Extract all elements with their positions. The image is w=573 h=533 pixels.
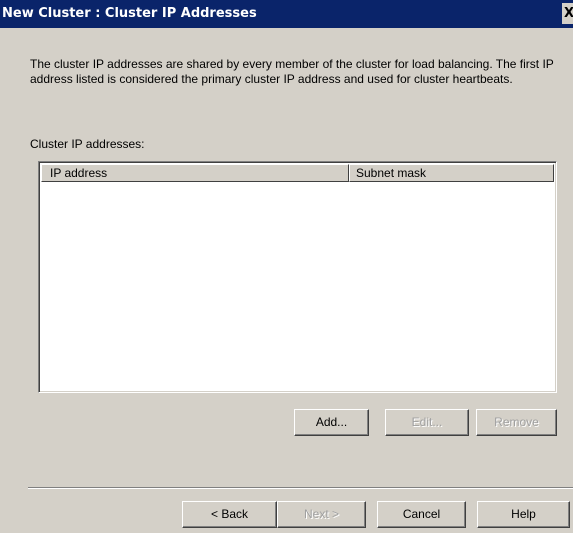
title-bar[interactable]: New Cluster : Cluster IP Addresses X bbox=[0, 0, 573, 28]
cluster-ip-list-label: Cluster IP addresses: bbox=[30, 137, 145, 151]
edit-button[interactable]: Edit... bbox=[385, 409, 469, 436]
description-text: The cluster IP addresses are shared by e… bbox=[30, 57, 554, 86]
dialog-window: New Cluster : Cluster IP Addresses X The… bbox=[0, 0, 573, 533]
window-title: New Cluster : Cluster IP Addresses bbox=[2, 6, 257, 21]
cancel-button[interactable]: Cancel bbox=[377, 501, 466, 528]
add-button[interactable]: Add... bbox=[294, 409, 369, 436]
footer-separator bbox=[28, 487, 573, 489]
next-button[interactable]: Next > bbox=[277, 501, 366, 528]
close-button[interactable]: X bbox=[562, 3, 573, 24]
cluster-ip-listview[interactable]: IP address Subnet mask bbox=[38, 161, 557, 393]
column-header-subnet-mask[interactable]: Subnet mask bbox=[349, 164, 554, 182]
back-button[interactable]: < Back bbox=[182, 501, 277, 528]
list-body[interactable] bbox=[41, 182, 554, 390]
remove-button[interactable]: Remove bbox=[476, 409, 557, 436]
help-button[interactable]: Help bbox=[477, 501, 570, 528]
column-header-ip-address[interactable]: IP address bbox=[41, 164, 349, 182]
list-header: IP address Subnet mask bbox=[41, 164, 554, 182]
